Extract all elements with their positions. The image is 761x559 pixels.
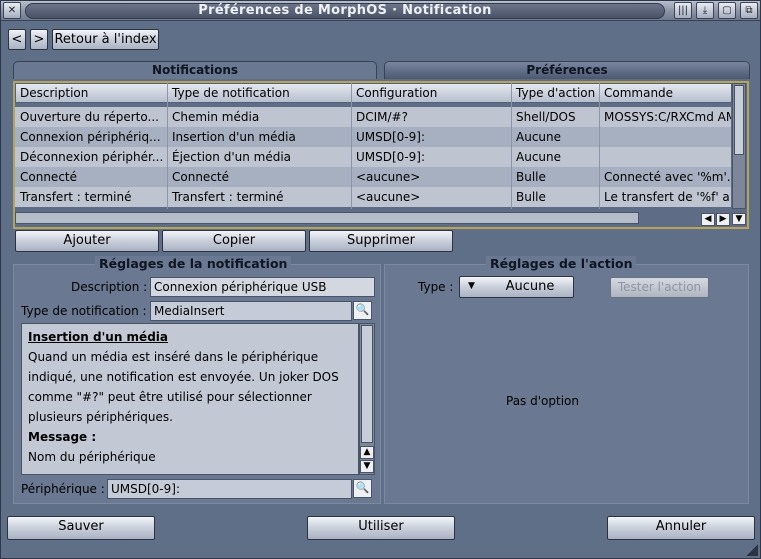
prev-button[interactable]: < xyxy=(8,29,26,50)
action-type-label: Type : xyxy=(418,280,454,294)
table-cell: Aucune xyxy=(516,150,562,164)
column-header-notification-type[interactable]: Type de notification xyxy=(167,83,352,103)
add-button[interactable]: Ajouter xyxy=(15,230,159,252)
table-cell xyxy=(599,147,731,167)
table-cell: Connecté xyxy=(20,170,77,184)
table-cell: Connecté avec '%m'. xyxy=(604,170,731,184)
action-settings-title: Réglages de l'action xyxy=(486,256,637,271)
table-cell: Bulle xyxy=(516,170,546,184)
notification-settings-title: Réglages de la notification xyxy=(95,256,292,271)
notification-type-field[interactable]: MediaInsert xyxy=(150,301,352,321)
scroll-right-icon[interactable]: ▶ xyxy=(716,213,730,226)
search-icon[interactable]: 🔍 xyxy=(353,479,372,498)
column-header-action-type[interactable]: Type d'action xyxy=(511,83,600,103)
column-header-command[interactable]: Commande xyxy=(599,83,732,103)
snapshot-icon[interactable]: ⤓ xyxy=(696,2,714,19)
description-label: Description : xyxy=(71,280,148,294)
table-cell: <aucune> xyxy=(356,170,421,184)
column-divider xyxy=(511,83,512,209)
column-header-configuration[interactable]: Configuration xyxy=(351,83,512,103)
scroll-left-icon[interactable]: ◀ xyxy=(701,213,715,226)
notification-info-panel: Insertion d'un média Quand un média est … xyxy=(21,323,359,475)
table-row[interactable]: Ouverture du réperto... Chemin média DCI… xyxy=(15,107,731,127)
table-cell: UMSD[0-9]: xyxy=(356,130,425,144)
scroll-down-icon[interactable]: ▼ xyxy=(360,460,374,473)
use-button[interactable]: Utiliser xyxy=(307,516,455,540)
save-button[interactable]: Sauver xyxy=(7,516,155,540)
info-text: Quand un média est inséré dans le périph… xyxy=(28,350,339,424)
device-input[interactable]: UMSD[0-9]: xyxy=(107,479,352,499)
info-message-label: Message : xyxy=(28,430,97,444)
info-message-text: Nom du périphérique xyxy=(28,450,156,464)
test-action-button[interactable]: Tester l'action xyxy=(610,277,709,298)
table-cell: <aucune> xyxy=(356,190,421,204)
zoom-icon[interactable]: ▢ xyxy=(718,2,736,19)
table-cell: UMSD[0-9]: xyxy=(356,150,425,164)
table-cell: MOSSYS:C/RXCmd AM xyxy=(604,110,731,124)
table-cell: Transfert : terminé xyxy=(20,190,132,204)
action-type-dropdown[interactable]: ▼ Aucune xyxy=(459,276,574,298)
tab-preferences[interactable]: Préférences xyxy=(384,61,750,79)
action-type-value: Aucune xyxy=(505,279,555,294)
table-cell: Connexion périphériq... xyxy=(20,130,161,144)
delete-button[interactable]: Supprimer xyxy=(309,230,453,252)
table-row[interactable]: Transfert : terminé Transfert : terminé … xyxy=(15,187,731,207)
table-cell: Ouverture du réperto... xyxy=(20,110,159,124)
no-option-text: Pas d'option xyxy=(506,394,579,408)
table-cell: Insertion d'un média xyxy=(172,130,296,144)
window-title: Préférences de MorphOS · Notification xyxy=(25,3,665,19)
notification-type-label: Type de notification : xyxy=(21,304,147,318)
list-horizontal-scrollbar[interactable] xyxy=(15,212,639,224)
table-cell xyxy=(599,127,731,147)
description-input[interactable]: Connexion périphérique USB xyxy=(150,277,375,297)
tab-notifications[interactable]: Notifications xyxy=(13,61,377,79)
table-row[interactable]: Déconnexion périphér... Éjection d'un mé… xyxy=(15,147,731,167)
back-to-index-button[interactable]: Retour à l'index xyxy=(52,29,159,50)
depth-icon[interactable]: ⧉ xyxy=(740,2,758,19)
scrollbar-thumb[interactable] xyxy=(734,85,744,155)
table-cell: Transfert : terminé xyxy=(172,190,284,204)
table-row[interactable]: Connecté Connecté <aucune> Bulle Connect… xyxy=(15,167,731,187)
scroll-up-icon[interactable]: ▲ xyxy=(360,446,374,459)
resize-grip-icon[interactable] xyxy=(746,544,758,556)
table-row[interactable]: Connexion périphériq... Insertion d'un m… xyxy=(15,127,731,147)
preferences-window: ✕ Préférences de MorphOS · Notification … xyxy=(0,0,761,559)
table-cell: Connecté xyxy=(172,170,229,184)
column-divider xyxy=(351,83,352,209)
next-button[interactable]: > xyxy=(30,29,48,50)
info-title: Insertion d'un média xyxy=(28,330,168,344)
table-cell: Chemin média xyxy=(172,110,260,124)
column-divider xyxy=(167,83,168,209)
table-cell: Aucune xyxy=(516,130,562,144)
title-bar[interactable]: ✕ Préférences de MorphOS · Notification … xyxy=(1,1,760,21)
copy-button[interactable]: Copier xyxy=(162,230,306,252)
scrollbar-thumb[interactable] xyxy=(361,325,373,443)
column-header-description[interactable]: Description xyxy=(15,83,168,103)
chevron-down-icon: ▼ xyxy=(468,281,475,291)
search-icon[interactable]: 🔍 xyxy=(353,301,372,320)
table-cell: Déconnexion périphér... xyxy=(20,150,164,164)
list-vertical-scrollbar[interactable] xyxy=(732,83,746,209)
close-window-button[interactable]: ✕ xyxy=(3,2,21,19)
iconify-icon[interactable]: ||| xyxy=(674,2,692,19)
table-cell: Le transfert de '%f' a xyxy=(604,190,730,204)
column-divider xyxy=(599,83,600,209)
table-cell: DCIM/#? xyxy=(356,110,408,124)
table-cell: Bulle xyxy=(516,190,546,204)
table-cell: Shell/DOS xyxy=(516,110,576,124)
action-settings-group xyxy=(384,264,749,504)
device-label: Périphérique : xyxy=(21,482,105,496)
cancel-button[interactable]: Annuler xyxy=(607,516,755,540)
table-cell: Éjection d'un média xyxy=(172,150,292,164)
scroll-down-icon[interactable]: ▼ xyxy=(732,213,746,225)
